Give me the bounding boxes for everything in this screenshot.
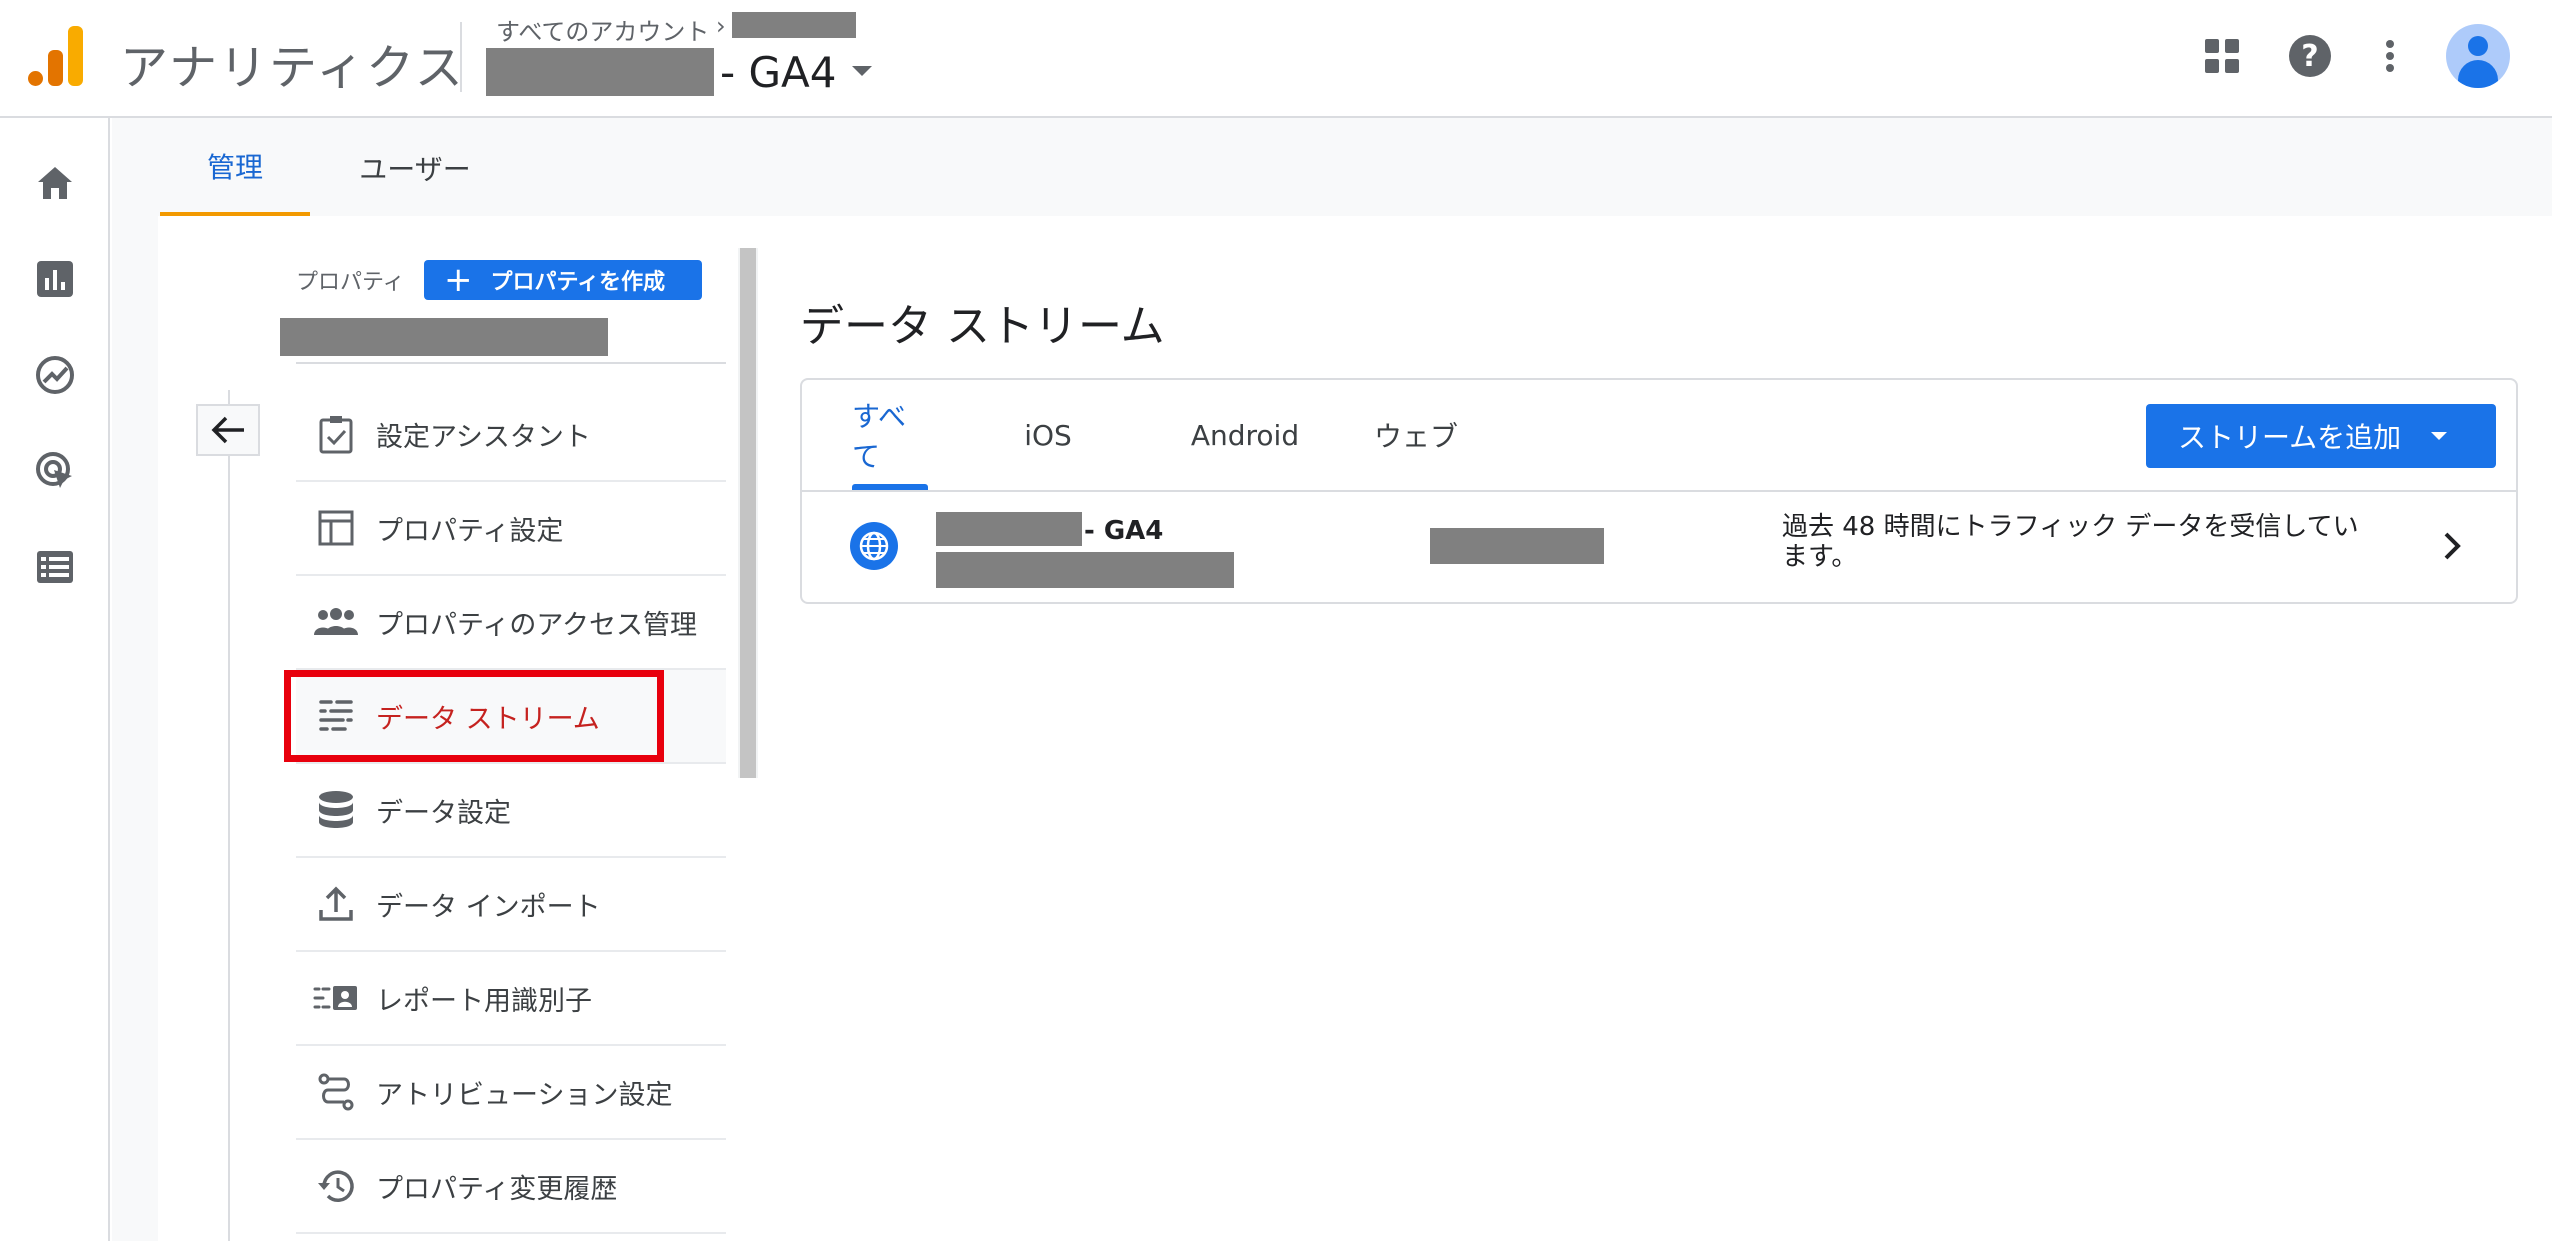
menu-property-access[interactable]: プロパティのアクセス管理 [296, 576, 726, 670]
tab-user[interactable]: ユーザー [330, 120, 500, 216]
menu-label: アトリビューション設定 [376, 1079, 673, 1111]
history-icon [296, 1167, 376, 1205]
plus-icon: + [444, 260, 473, 300]
redacted-stream-name [936, 512, 1082, 546]
menu-reporting-identity[interactable]: レポート用識別子 [296, 952, 726, 1046]
tab-admin[interactable]: 管理 [160, 120, 310, 216]
list-icon[interactable] [30, 542, 80, 592]
highlight-annotation [284, 670, 664, 762]
add-stream-button[interactable]: ストリームを追加 [2146, 404, 2496, 468]
redacted-stream-url [936, 552, 1234, 588]
breadcrumb-chevron-icon: › [716, 12, 726, 40]
create-property-label: プロパティを作成 [490, 270, 666, 295]
property-label: プロパティ [296, 270, 405, 295]
menu-label: プロパティ設定 [376, 515, 564, 547]
attribution-icon [296, 1072, 376, 1112]
header-divider [460, 22, 462, 92]
menu-label: レポート用識別子 [376, 985, 592, 1017]
app-title: アナリティクス [120, 40, 465, 96]
id-icon [296, 983, 376, 1013]
nav-rail [0, 118, 110, 1241]
app-header: アナリティクス すべてのアカウント › - GA4 ? [0, 0, 2552, 118]
property-selector[interactable]: - GA4 [720, 48, 837, 97]
menu-data-import[interactable]: データ インポート [296, 858, 726, 952]
redacted-property-selector [280, 318, 608, 356]
menu-label: 設定アシスタント [376, 421, 591, 453]
tab-web[interactable]: ウェブ [1372, 380, 1460, 490]
menu-label: データ設定 [376, 797, 511, 829]
tab-ios[interactable]: iOS [1018, 380, 1078, 490]
clipboard-check-icon [296, 414, 376, 454]
menu-change-history[interactable]: プロパティ変更履歴 [296, 1140, 726, 1234]
page-title: データ ストリーム [800, 301, 1165, 352]
stream-tabbar: すべて iOS Android ウェブ ストリームを追加 [802, 380, 2516, 492]
help-icon[interactable]: ? [2284, 30, 2336, 82]
analytics-logo-icon[interactable] [28, 26, 84, 86]
breadcrumb-all-accounts[interactable]: すべてのアカウント [496, 12, 709, 47]
reports-icon[interactable] [30, 254, 80, 304]
apps-grid-icon[interactable] [2196, 30, 2248, 82]
menu-label: データ インポート [376, 891, 601, 923]
streams-card: すべて iOS Android ウェブ ストリームを追加 - GA4 過去 48… [800, 378, 2518, 604]
people-icon [296, 607, 376, 637]
scrollbar-thumb[interactable] [740, 248, 756, 778]
stream-status: 過去 48 時間にトラフィック データを受信しています。 [1782, 512, 2359, 572]
stream-name: - GA4 [1084, 516, 1164, 546]
chevron-down-icon[interactable] [852, 66, 872, 76]
home-icon[interactable] [30, 158, 80, 208]
upload-icon [296, 886, 376, 922]
explore-icon[interactable] [30, 350, 80, 400]
more-vert-icon[interactable] [2364, 30, 2416, 82]
redacted-property-name [486, 48, 714, 96]
tree-line [228, 390, 230, 1241]
stream-row[interactable]: - GA4 過去 48 時間にトラフィック データを受信しています。 [802, 492, 2516, 604]
menu-label: プロパティのアクセス管理 [376, 609, 698, 641]
chevron-down-icon [2431, 432, 2448, 440]
chevron-right-icon[interactable] [2440, 528, 2464, 568]
tab-all[interactable]: すべて [852, 380, 928, 490]
redacted-account-name [732, 12, 856, 38]
menu-attribution-settings[interactable]: アトリビューション設定 [296, 1046, 726, 1140]
menu-setup-assistant[interactable]: 設定アシスタント [296, 388, 726, 482]
advertising-icon[interactable] [30, 446, 80, 496]
menu-label: プロパティ変更履歴 [376, 1173, 618, 1205]
tab-android[interactable]: Android [1170, 380, 1320, 490]
create-property-button[interactable]: + プロパティを作成 [424, 260, 702, 300]
layout-icon [296, 510, 376, 546]
database-icon [296, 790, 376, 830]
arrow-back-icon [211, 416, 244, 444]
selector-divider [296, 362, 726, 364]
menu-property-settings[interactable]: プロパティ設定 [296, 482, 726, 576]
menu-data-settings[interactable]: データ設定 [296, 764, 726, 858]
redacted-stream-id [1430, 528, 1604, 564]
avatar[interactable] [2446, 24, 2510, 88]
add-stream-label: ストリームを追加 [2178, 421, 2402, 454]
globe-icon [850, 522, 898, 570]
back-button[interactable] [196, 404, 260, 456]
